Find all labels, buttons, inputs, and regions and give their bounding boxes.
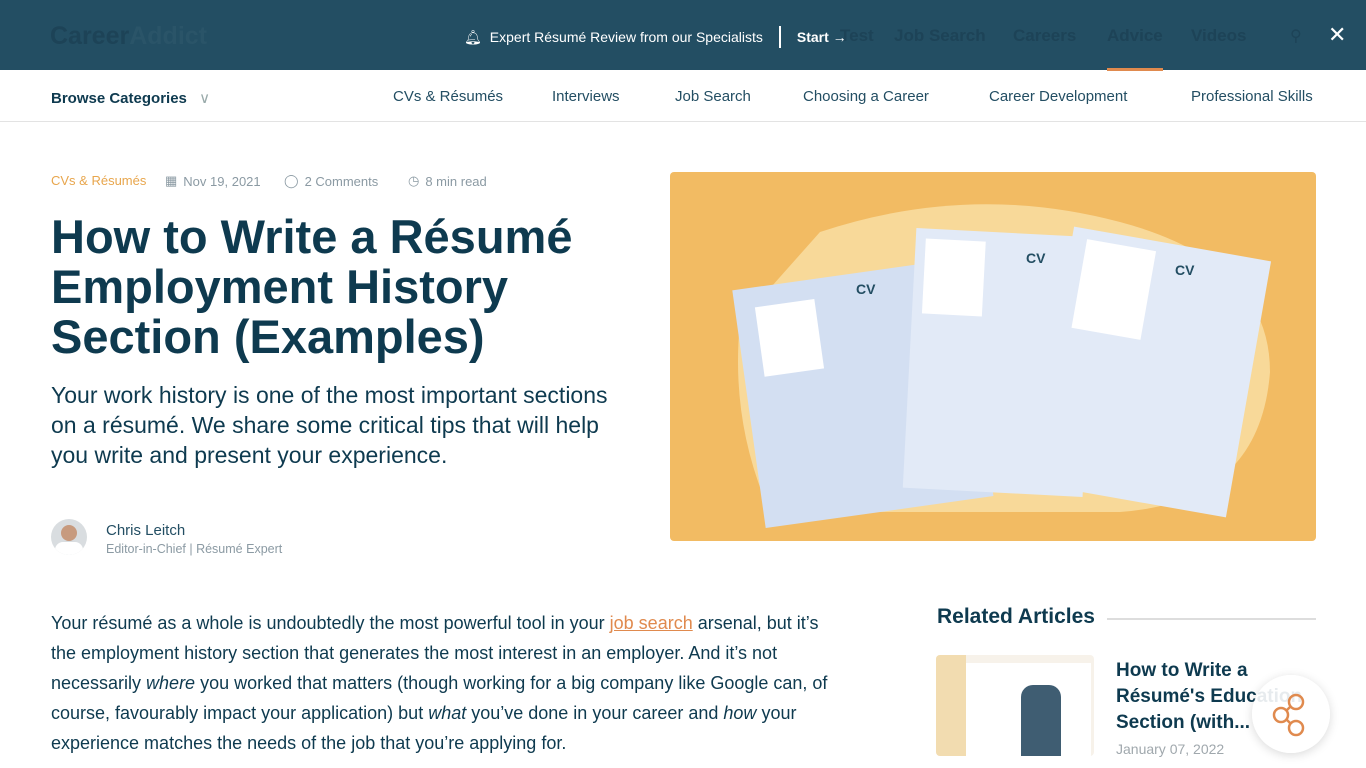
promo-banner[interactable]: 🔔︎ Expert Résumé Review from our Special… [464, 26, 847, 48]
svg-text:CV: CV [1026, 250, 1046, 266]
cat-professional-skills[interactable]: Professional Skills [1191, 88, 1313, 105]
avatar[interactable] [51, 519, 87, 555]
related-article-date: January 07, 2022 [1116, 741, 1225, 757]
cv-illustration: CV CV CV [732, 204, 1272, 529]
divider [1107, 618, 1316, 620]
clock-icon: ◷ [408, 173, 420, 188]
nav-videos[interactable]: Videos [1191, 26, 1246, 46]
svg-text:CV: CV [1175, 262, 1195, 278]
article-comments[interactable]: ◯ 2 Comments [284, 173, 378, 189]
logo[interactable]: CareerAddict [50, 22, 207, 51]
share-button[interactable] [1252, 675, 1330, 753]
promo-start-link[interactable]: Start → [797, 29, 847, 45]
article-read-time: ◷ 8 min read [408, 173, 487, 189]
job-search-link[interactable]: job search [610, 613, 693, 633]
related-article-thumbnail[interactable] [936, 655, 1094, 756]
top-header: CareerAddict Test Job Search Careers Adv… [0, 0, 1366, 71]
nav-job-search[interactable]: Job Search [894, 26, 986, 46]
bell-icon: 🔔︎ [464, 28, 482, 45]
hero-illustration: CV CV CV [670, 172, 1316, 541]
search-icon[interactable]: ⚲ [1290, 26, 1302, 46]
cat-choosing-career[interactable]: Choosing a Career [803, 88, 929, 105]
nav-careers[interactable]: Careers [1013, 26, 1076, 46]
divider [778, 26, 781, 48]
cat-interviews[interactable]: Interviews [552, 88, 620, 105]
svg-text:CV: CV [856, 281, 876, 297]
browse-categories-dropdown[interactable]: Browse Categories ∨ [51, 89, 210, 107]
nav-advice[interactable]: Advice [1107, 26, 1163, 46]
related-articles-heading: Related Articles [937, 605, 1095, 628]
cat-cvs[interactable]: CVs & Résumés [393, 88, 503, 105]
calendar-icon: ▦ [165, 173, 178, 188]
category-bar: Browse Categories ∨ CVs & Résumés Interv… [0, 70, 1366, 122]
cat-job-search[interactable]: Job Search [675, 88, 751, 105]
promo-text: Expert Résumé Review from our Specialist… [489, 29, 763, 45]
article-category[interactable]: CVs & Résumés [51, 173, 146, 188]
comment-icon: ◯ [284, 173, 299, 188]
close-icon[interactable]: ✕ [1328, 22, 1346, 48]
chevron-down-icon: ∨ [199, 90, 211, 107]
author-name[interactable]: Chris Leitch [106, 522, 185, 539]
page-title: How to Write a Résumé Employment History… [51, 210, 573, 363]
article-body: Your résumé as a whole is undoubtedly th… [51, 613, 828, 753]
article-subtitle: Your work history is one of the most imp… [51, 382, 608, 468]
share-icon [1272, 693, 1305, 737]
article-date: ▦ Nov 19, 2021 [165, 173, 261, 189]
author-role: Editor-in-Chief | Résumé Expert [106, 542, 283, 556]
cat-career-development[interactable]: Career Development [989, 88, 1127, 105]
